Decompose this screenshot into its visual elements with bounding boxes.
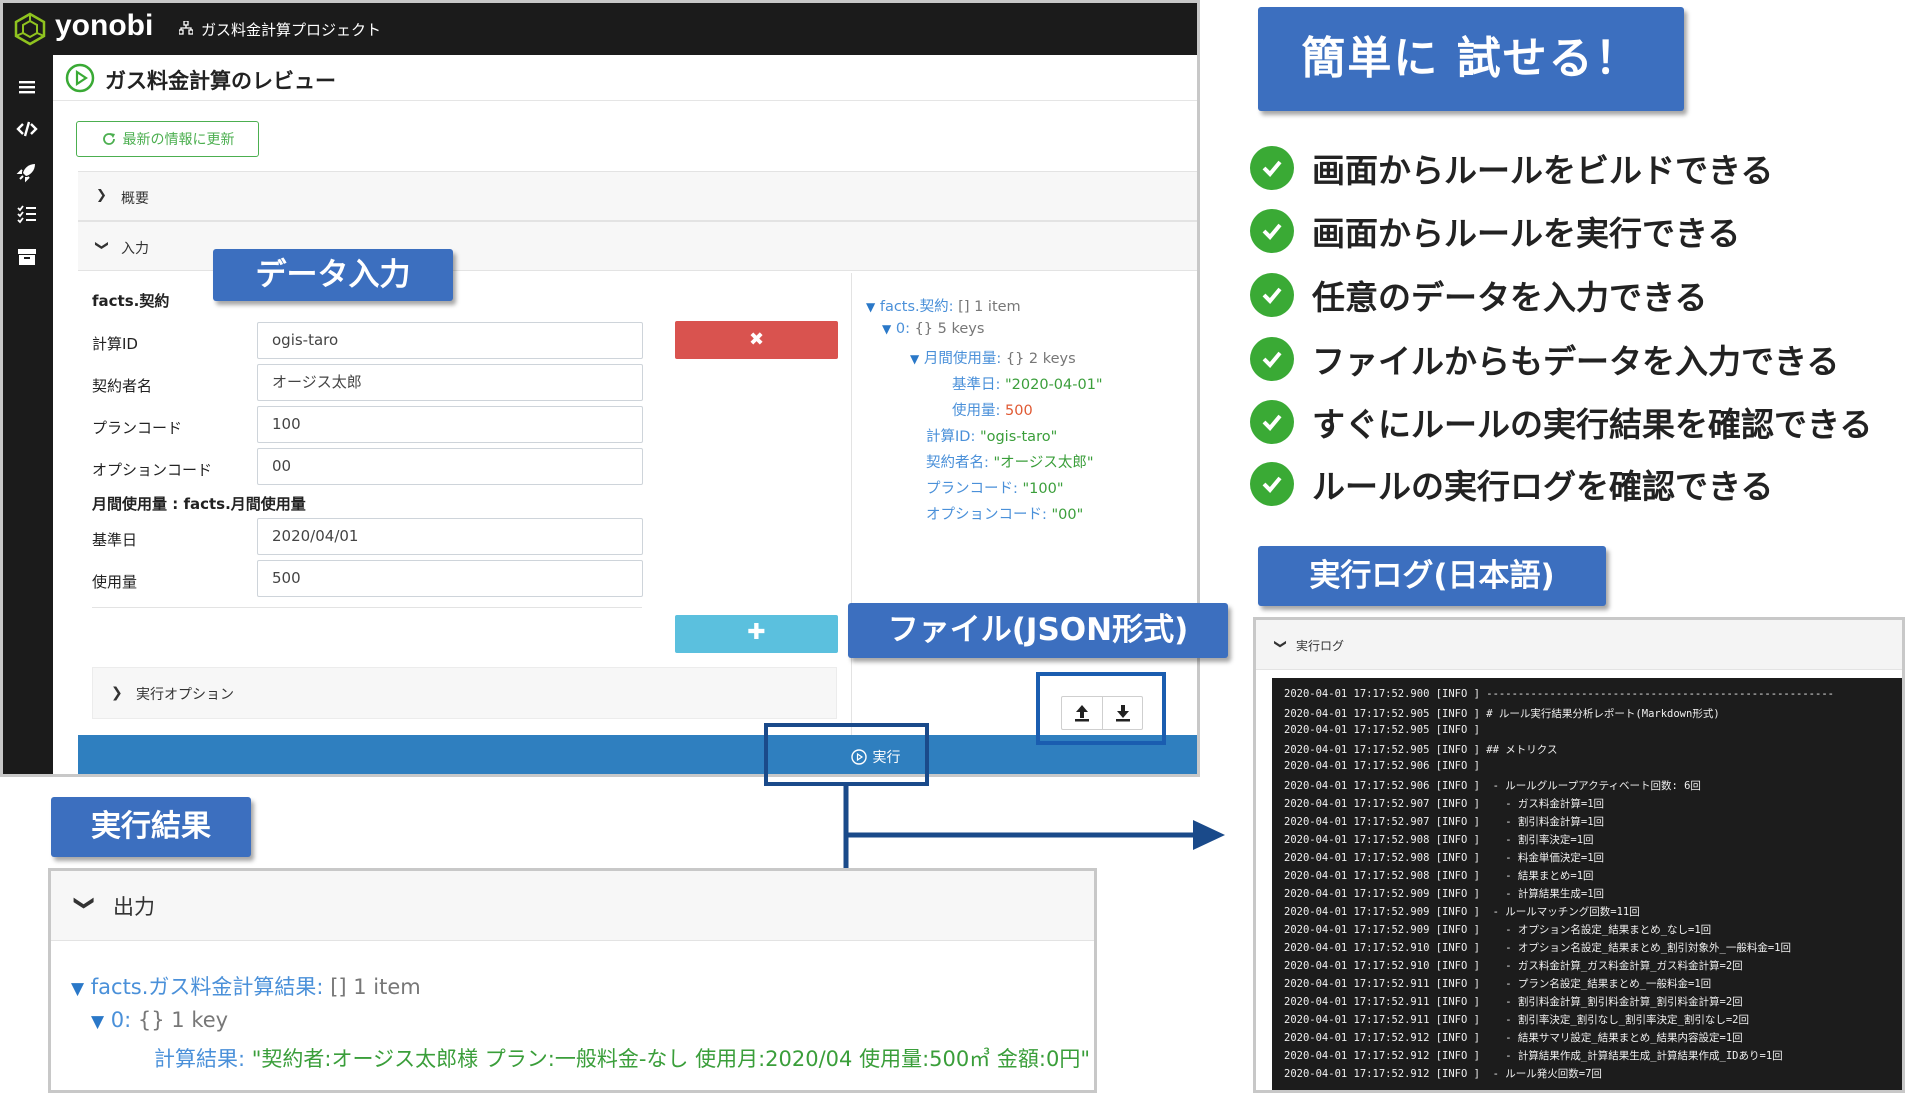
log-label: 実行ログ — [1296, 639, 1345, 653]
log-line: 2020-04-01 17:17:52.910 [INFO ] - オプション名… — [1284, 942, 1792, 954]
feature-item: 任意のデータを入力できる — [1250, 271, 1707, 319]
check-circle-icon — [1250, 337, 1294, 381]
log-line: 2020-04-01 17:17:52.908 [INFO ] - 割引率決定=… — [1284, 834, 1594, 846]
json-key: facts.ガス料金計算結果: — [90, 975, 324, 999]
log-line: 2020-04-01 17:17:52.912 [INFO ] - 結果サマリ設… — [1284, 1032, 1743, 1044]
log-line: 2020-04-01 17:17:52.905 [INFO ] ## メトリクス — [1284, 744, 1558, 756]
callout-data-input: データ入力 — [213, 249, 453, 301]
feature-item: ルールの実行ログを確認できる — [1250, 460, 1773, 508]
log-line: 2020-04-01 17:17:52.909 [INFO ] - ルールマッチ… — [1284, 906, 1640, 918]
chevron-down-icon: ❯ — [73, 894, 98, 912]
caret-down-icon: ▼ — [71, 979, 85, 999]
output-label: 出力 — [113, 895, 155, 919]
log-line: 2020-04-01 17:17:52.911 [INFO ] - 割引率決定_… — [1284, 1014, 1750, 1026]
callout-file-json: ファイル(JSON形式) — [848, 603, 1228, 658]
log-line: 2020-04-01 17:17:52.906 [INFO ] — [1284, 760, 1480, 772]
check-circle-icon — [1250, 146, 1294, 190]
log-line: 2020-04-01 17:17:52.907 [INFO ] - ガス料金計算… — [1284, 798, 1605, 810]
log-line: 2020-04-01 17:17:52.912 [INFO ] - ルール発火回… — [1284, 1068, 1602, 1080]
output-result-row: 計算結果: "契約者:オージス太郎様 プラン:一般料金-なし 使用月:2020/… — [154, 1043, 1090, 1073]
log-accordion[interactable]: ❯ 実行ログ — [1256, 620, 1902, 670]
caret-down-icon: ▼ — [91, 1012, 105, 1032]
log-line: 2020-04-01 17:17:52.908 [INFO ] - 料金単価決定… — [1284, 852, 1605, 864]
chevron-down-icon: ❯ — [1274, 638, 1289, 650]
output-accordion[interactable]: ❯ 出力 — [51, 871, 1094, 941]
log-line: 2020-04-01 17:17:52.905 [INFO ] — [1284, 724, 1480, 736]
feature-text: 画面からルールを実行できる — [1312, 214, 1741, 253]
feature-text: 任意のデータを入力できる — [1312, 278, 1708, 317]
json-meta: [] 1 item — [330, 975, 421, 999]
feature-item: 画面からルールを実行できる — [1250, 207, 1740, 255]
json-key: 0: — [110, 1008, 132, 1032]
log-line: 2020-04-01 17:17:52.911 [INFO ] - プラン名設定… — [1284, 978, 1712, 990]
log-line: 2020-04-01 17:17:52.910 [INFO ] - ガス料金計算… — [1284, 960, 1743, 972]
log-console[interactable]: 2020-04-01 17:17:52.900 [INFO ] --------… — [1272, 678, 1902, 1090]
feature-text: ルールの実行ログを確認できる — [1312, 467, 1774, 506]
check-circle-icon — [1250, 400, 1294, 444]
log-line: 2020-04-01 17:17:52.900 [INFO ] --------… — [1284, 688, 1834, 700]
json-value: "契約者:オージス太郎様 プラン:一般料金-なし 使用月:2020/04 使用量… — [251, 1047, 1090, 1071]
callout-result: 実行結果 — [51, 797, 251, 857]
feature-text: すぐにルールの実行結果を確認できる — [1312, 405, 1873, 444]
output-panel: ❯ 出力 ▼ facts.ガス料金計算結果: [] 1 item ▼ 0: {}… — [48, 868, 1097, 1093]
json-key: 計算結果: — [154, 1047, 246, 1071]
check-circle-icon — [1250, 209, 1294, 253]
feature-text: 画面からルールをビルドできる — [1312, 151, 1774, 190]
output-root-row[interactable]: ▼ facts.ガス料金計算結果: [] 1 item — [71, 971, 421, 1001]
arrow-right-head — [1193, 820, 1225, 850]
log-line: 2020-04-01 17:17:52.912 [INFO ] - 計算結果作成… — [1284, 1050, 1783, 1062]
callout-log: 実行ログ(日本語) — [1258, 546, 1606, 606]
log-line: 2020-04-01 17:17:52.906 [INFO ] - ルールグルー… — [1284, 780, 1701, 792]
feature-item: すぐにルールの実行結果を確認できる — [1250, 398, 1872, 446]
feature-item: ファイルからもデータを入力できる — [1250, 335, 1839, 383]
feature-text: ファイルからもデータを入力できる — [1312, 342, 1840, 381]
check-circle-icon — [1250, 273, 1294, 317]
log-line: 2020-04-01 17:17:52.909 [INFO ] - 計算結果生成… — [1284, 888, 1605, 900]
log-panel: ❯ 実行ログ 2020-04-01 17:17:52.900 [INFO ] -… — [1253, 617, 1905, 1093]
log-line: 2020-04-01 17:17:52.909 [INFO ] - オプション名… — [1284, 924, 1712, 936]
log-line: 2020-04-01 17:17:52.911 [INFO ] - 割引料金計算… — [1284, 996, 1743, 1008]
check-circle-icon — [1250, 462, 1294, 506]
callout-easy: 簡単に 試せる！ — [1258, 7, 1684, 111]
log-line: 2020-04-01 17:17:52.908 [INFO ] - 結果まとめ=… — [1284, 870, 1594, 882]
log-line: 2020-04-01 17:17:52.905 [INFO ] # ルール実行結… — [1284, 708, 1720, 720]
output-item-row[interactable]: ▼ 0: {} 1 key — [91, 1008, 228, 1032]
json-meta: {} 1 key — [137, 1008, 229, 1032]
log-line: 2020-04-01 17:17:52.907 [INFO ] - 割引料金計算… — [1284, 816, 1605, 828]
feature-item: 画面からルールをビルドできる — [1250, 144, 1773, 192]
